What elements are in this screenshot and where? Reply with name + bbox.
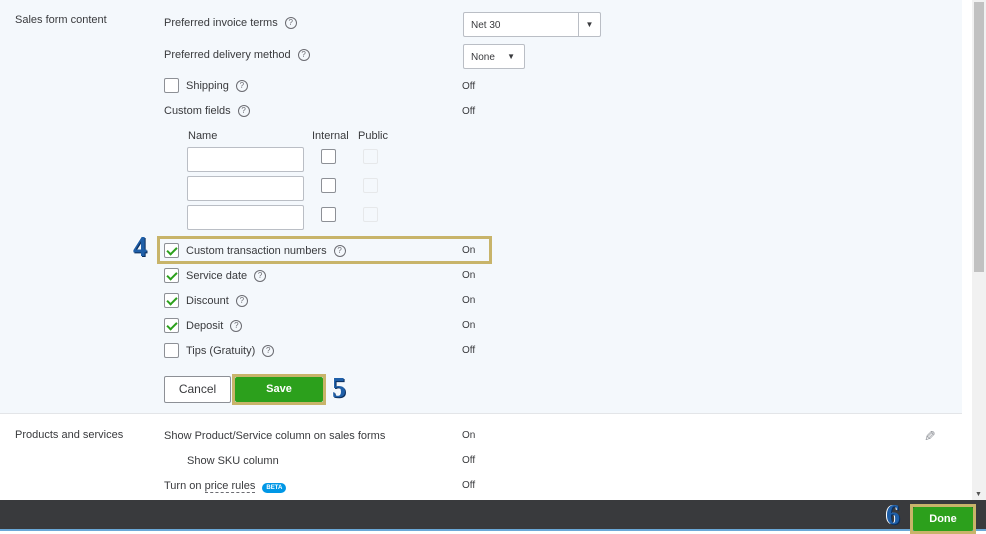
option-status: On <box>462 270 476 281</box>
option-checkbox[interactable] <box>164 268 179 283</box>
option-status: On <box>462 295 476 306</box>
option-checkbox[interactable] <box>164 343 179 358</box>
caret-down-icon: ▼ <box>507 52 515 61</box>
help-icon[interactable]: ? <box>235 295 248 308</box>
help-icon[interactable]: ? <box>237 105 250 118</box>
col-public: Public <box>358 130 388 142</box>
delivery-select[interactable]: None ▼ <box>463 44 525 69</box>
scrollbar-thumb[interactable] <box>974 2 984 272</box>
help-icon[interactable]: ? <box>230 320 243 333</box>
beta-badge: BETA <box>262 483 287 493</box>
custom-fields-status: Off <box>462 106 476 117</box>
save-button[interactable]: Save <box>235 377 323 402</box>
highlight-box <box>157 236 492 264</box>
internal-checkbox[interactable] <box>321 149 336 164</box>
step-marker: 6 <box>886 500 900 531</box>
shipping-checkbox[interactable] <box>164 78 179 93</box>
shipping-status: Off <box>462 81 476 92</box>
option-label: Service date? <box>186 270 267 283</box>
public-checkbox <box>363 149 378 164</box>
internal-checkbox[interactable] <box>321 207 336 222</box>
help-icon[interactable]: ? <box>284 17 297 30</box>
product-column-status: On <box>462 430 476 441</box>
price-rules-label: Turn on price rules BETA <box>164 480 287 493</box>
help-icon[interactable]: ? <box>297 49 310 62</box>
custom-field-name-input[interactable] <box>187 176 304 201</box>
public-checkbox <box>363 178 378 193</box>
invoice-terms-label: Preferred invoice terms? <box>164 17 297 30</box>
sku-status: Off <box>462 455 476 466</box>
invoice-terms-select[interactable]: Net 30 ▼ <box>463 12 601 37</box>
step-marker: 4 <box>133 232 147 263</box>
shipping-label: Shipping? <box>186 80 248 93</box>
section-title: Products and services <box>15 429 124 441</box>
option-status: On <box>462 320 476 331</box>
col-name: Name <box>188 130 218 142</box>
option-label: Tips (Gratuity)? <box>186 345 275 358</box>
product-column-label: Show Product/Service column on sales for… <box>164 430 386 442</box>
pencil-icon[interactable]: ✎ <box>924 428 936 445</box>
caret-down-icon: ▼ <box>578 13 600 36</box>
internal-checkbox[interactable] <box>321 178 336 193</box>
cancel-button[interactable]: Cancel <box>164 376 231 403</box>
option-checkbox[interactable] <box>164 293 179 308</box>
step-marker: 5 <box>332 373 346 404</box>
delivery-label: Preferred delivery method? <box>164 49 310 62</box>
footer-bar <box>0 500 986 531</box>
option-label: Discount? <box>186 295 248 308</box>
option-status: Off <box>462 345 476 356</box>
custom-field-name-input[interactable] <box>187 205 304 230</box>
public-checkbox <box>363 207 378 222</box>
price-rules-link[interactable]: price rules <box>204 480 256 493</box>
help-icon[interactable]: ? <box>262 345 275 358</box>
help-icon[interactable]: ? <box>235 80 248 93</box>
help-icon[interactable]: ? <box>254 270 267 283</box>
sku-label: Show SKU column <box>187 455 279 467</box>
custom-field-name-input[interactable] <box>187 147 304 172</box>
option-label: Deposit? <box>186 320 243 333</box>
section-title: Sales form content <box>15 14 107 26</box>
done-button[interactable]: Done <box>913 507 973 531</box>
price-rules-status: Off <box>462 480 476 491</box>
scroll-down-icon[interactable]: ▼ <box>975 491 982 498</box>
scrollbar[interactable]: ▼ <box>972 0 986 500</box>
option-checkbox[interactable] <box>164 318 179 333</box>
col-internal: Internal <box>312 130 349 142</box>
custom-fields-label: Custom fields? <box>164 105 250 118</box>
